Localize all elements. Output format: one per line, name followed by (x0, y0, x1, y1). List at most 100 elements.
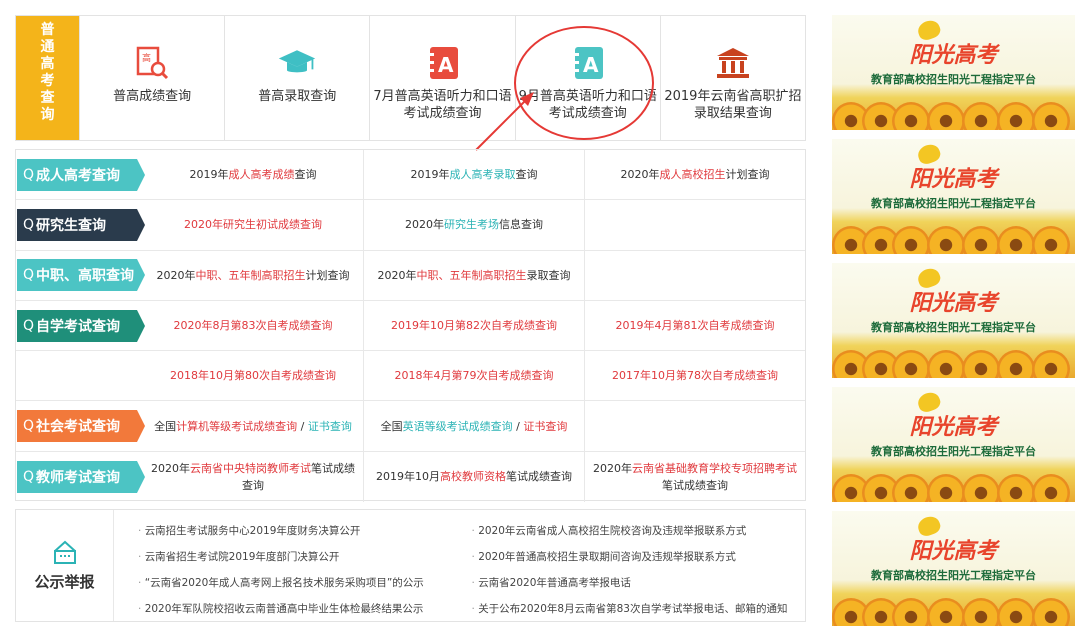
notice-item[interactable]: 2020年普通高校招生录取期间咨询及违规举报联系方式 (472, 550, 806, 569)
sunshine-gaokao-banner[interactable]: 阳光高考 教育部高校招生阳光工程指定平台 (832, 15, 1075, 130)
query-link-text: 证书查询 (307, 419, 352, 433)
search-icon: Q (23, 418, 35, 435)
notice-item[interactable]: 云南省招生考试院2019年度部门决算公开 (138, 550, 472, 569)
query-link-text: 笔试成绩查询 (662, 478, 728, 492)
highlight-arrow (475, 92, 534, 151)
vocational-expansion-query[interactable]: 2019年云南省高职扩招录取结果查询 (659, 16, 805, 140)
query-link[interactable]: 2019年成人高考成绩查询 (143, 150, 363, 199)
query-link-text: 2019年4月第81次自考成绩查询 (615, 319, 775, 333)
query-link-text: 中职、五年制高职招生 (416, 268, 527, 282)
query-link-text: 2020年 (151, 461, 190, 475)
query-link[interactable]: 全国计算机等级考试成绩查询 / 证书查询 (143, 401, 363, 450)
notice-title: 公示举报 (34, 573, 95, 591)
query-link-text: 成人高校招生 (659, 168, 726, 182)
query-row: Q 中职、高职查询 2020年中职、五年制高职招生计划查询 2020年中职、五年制高职… (16, 250, 805, 301)
sunflower-decoration (1032, 226, 1070, 254)
query-cell-empty (584, 200, 805, 250)
query-link-text: 证书查询 (523, 419, 568, 433)
query-link-text: 云南省基础教育学校专项招聘考试 (632, 461, 797, 475)
gaokao-admission-query[interactable]: 普高录取查询 (224, 16, 369, 140)
sunflower-decoration (892, 598, 930, 626)
notice-list: 云南招生考试服务中心2019年度财务决算公开2020年云南省成人高校招生院校咨询… (114, 510, 805, 621)
query-link[interactable]: 2020年研究生初试成绩查询 (143, 200, 363, 249)
query-link-text: 计划查询 (725, 168, 770, 182)
query-link-text: 2020年 (156, 268, 196, 282)
sunflower-decoration (892, 102, 930, 130)
notice-item[interactable]: 云南省2020年普通高考举报电话 (472, 576, 806, 595)
svg-text:A: A (438, 53, 454, 77)
query-category-label: Q 研究生查询 (17, 208, 145, 241)
notice-item[interactable]: 2020年军队院校招收云南普通高中毕业生体检最终结果公示 (138, 602, 472, 621)
query-link-text: 云南省中央特岗教师考试 (190, 461, 311, 475)
sunflower-decoration (892, 226, 930, 254)
query-category-text: 教师考试查询 (36, 469, 121, 486)
notice-item[interactable]: 云南招生考试服务中心2019年度财务决算公开 (138, 524, 472, 543)
sunflower-decoration (1032, 350, 1070, 378)
sunflower-decoration (892, 350, 930, 378)
sunflower-decoration (962, 226, 1000, 254)
gaokao-score-query[interactable]: 高 普高成绩查询 (79, 16, 224, 140)
sunflower-decoration (927, 102, 965, 130)
category-tag-char: 普 (40, 22, 55, 38)
svg-text:高: 高 (142, 52, 151, 64)
exam-category-bar: 普通高考查询 高 普高成绩查询 普高录取查询 A 7月普高英语听力和口语考试成绩… (15, 15, 806, 141)
query-link[interactable]: 2018年4月第79次自考成绩查询 (363, 351, 584, 401)
query-category-label: Q 中职、高职查询 (17, 259, 145, 292)
query-link-text: 计划查询 (305, 268, 350, 282)
query-link[interactable]: 2020年成人高校招生计划查询 (584, 150, 805, 200)
sunshine-gaokao-banner[interactable]: 阳光高考 教育部高校招生阳光工程指定平台 (832, 263, 1075, 378)
query-link[interactable]: 2019年10月第82次自考成绩查询 (363, 300, 584, 351)
query-link-text: 全国 (380, 419, 403, 433)
notice-item[interactable]: 2020年云南省成人高校招生院校咨询及违规举报联系方式 (472, 524, 806, 543)
query-link-text: 2019年 (189, 168, 229, 182)
query-category-label: Q 成人高考查询 (17, 158, 145, 191)
query-category-text: 中职、高职查询 (36, 268, 135, 285)
query-link[interactable]: 2019年成人高考录取查询 (363, 150, 584, 200)
query-category-label: Q 教师考试查询 (17, 460, 145, 493)
sunflower-decoration (927, 598, 965, 626)
sunflower-decoration (962, 102, 1000, 130)
sunshine-gaokao-banner[interactable]: 阳光高考 教育部高校招生阳光工程指定平台 (832, 139, 1075, 254)
search-icon: Q (23, 468, 35, 485)
sunshine-gaokao-banner[interactable]: 阳光高考教育部高校招生阳光工程指定平台 (832, 387, 1075, 502)
query-link[interactable]: 2020年中职、五年制高职招生计划查询 (143, 251, 363, 300)
notice-item[interactable]: “云南省2020年成人高考网上报名技术服务采购项目”的公示 (138, 576, 472, 595)
query-link[interactable]: 2018年10月第80次自考成绩查询 (143, 351, 363, 400)
category-tag-char: 高 (40, 56, 55, 72)
sunflower-decoration (962, 474, 1000, 502)
query-link-text: 2019年10月第82次自考成绩查询 (391, 319, 557, 333)
sunflower-decoration (1032, 102, 1070, 130)
category-tag-char: 考 (40, 73, 55, 89)
query-category-label: Q 自学考试查询 (17, 309, 145, 342)
query-link-text: 中职、五年制高职招生 (195, 268, 306, 282)
graduation-cap-icon (277, 44, 317, 82)
institution-icon (713, 44, 753, 82)
sunshine-gaokao-banner[interactable]: 阳光高考 教育部高校招生阳光工程指定平台 (832, 511, 1075, 626)
query-link-text: 录取查询 (526, 268, 571, 282)
query-link[interactable]: 2020年云南省中央特岗教师考试笔试成绩查询 (143, 452, 363, 502)
query-link-text: / (512, 419, 524, 433)
sunflower-decoration (1032, 598, 1070, 626)
sunflower-decoration (997, 598, 1035, 626)
category-tag: 普通高考查询 (16, 16, 79, 140)
query-link[interactable]: 2020年中职、五年制高职招生录取查询 (363, 250, 584, 300)
query-link[interactable]: 2020年云南省基础教育学校专项招聘考试笔试成绩查询 (584, 451, 805, 503)
query-link-text: 2020年 (620, 168, 660, 182)
banner-subtitle: 教育部高校招生阳光工程指定平台 (871, 445, 1036, 458)
sunflower-decoration (997, 226, 1035, 254)
banner-title: 阳光高考 (909, 415, 998, 440)
sunflower-decoration (962, 350, 1000, 378)
query-link-text: 2018年10月第80次自考成绩查询 (170, 369, 336, 383)
query-link[interactable]: 2020年研究生考场信息查询 (363, 200, 584, 250)
query-link[interactable]: 2017年10月第78次自考成绩查询 (584, 351, 805, 401)
search-icon: Q (23, 166, 35, 183)
query-row: Q 社会考试查询 全国计算机等级考试成绩查询 / 证书查询 全国英语等级考试成绩查询 … (16, 401, 805, 452)
query-link[interactable]: 2020年8月第83次自考成绩查询 (143, 301, 363, 350)
query-link[interactable]: 2019年4月第81次自考成绩查询 (584, 300, 805, 351)
query-link-text: 2020年 (405, 218, 444, 232)
query-row: Q 教师考试查询 2020年云南省中央特岗教师考试笔试成绩查询 2019年10月高校教… (16, 451, 805, 503)
query-link[interactable]: 2019年10月高校教师资格笔试成绩查询 (363, 451, 584, 503)
notice-item[interactable]: 关于公布2020年8月云南省第83次自学考试举报电话、邮箱的通知 (472, 602, 806, 621)
query-link[interactable]: 全国英语等级考试成绩查询 / 证书查询 (363, 401, 584, 451)
query-link-text: 计算机等级考试成绩查询 (176, 419, 298, 433)
